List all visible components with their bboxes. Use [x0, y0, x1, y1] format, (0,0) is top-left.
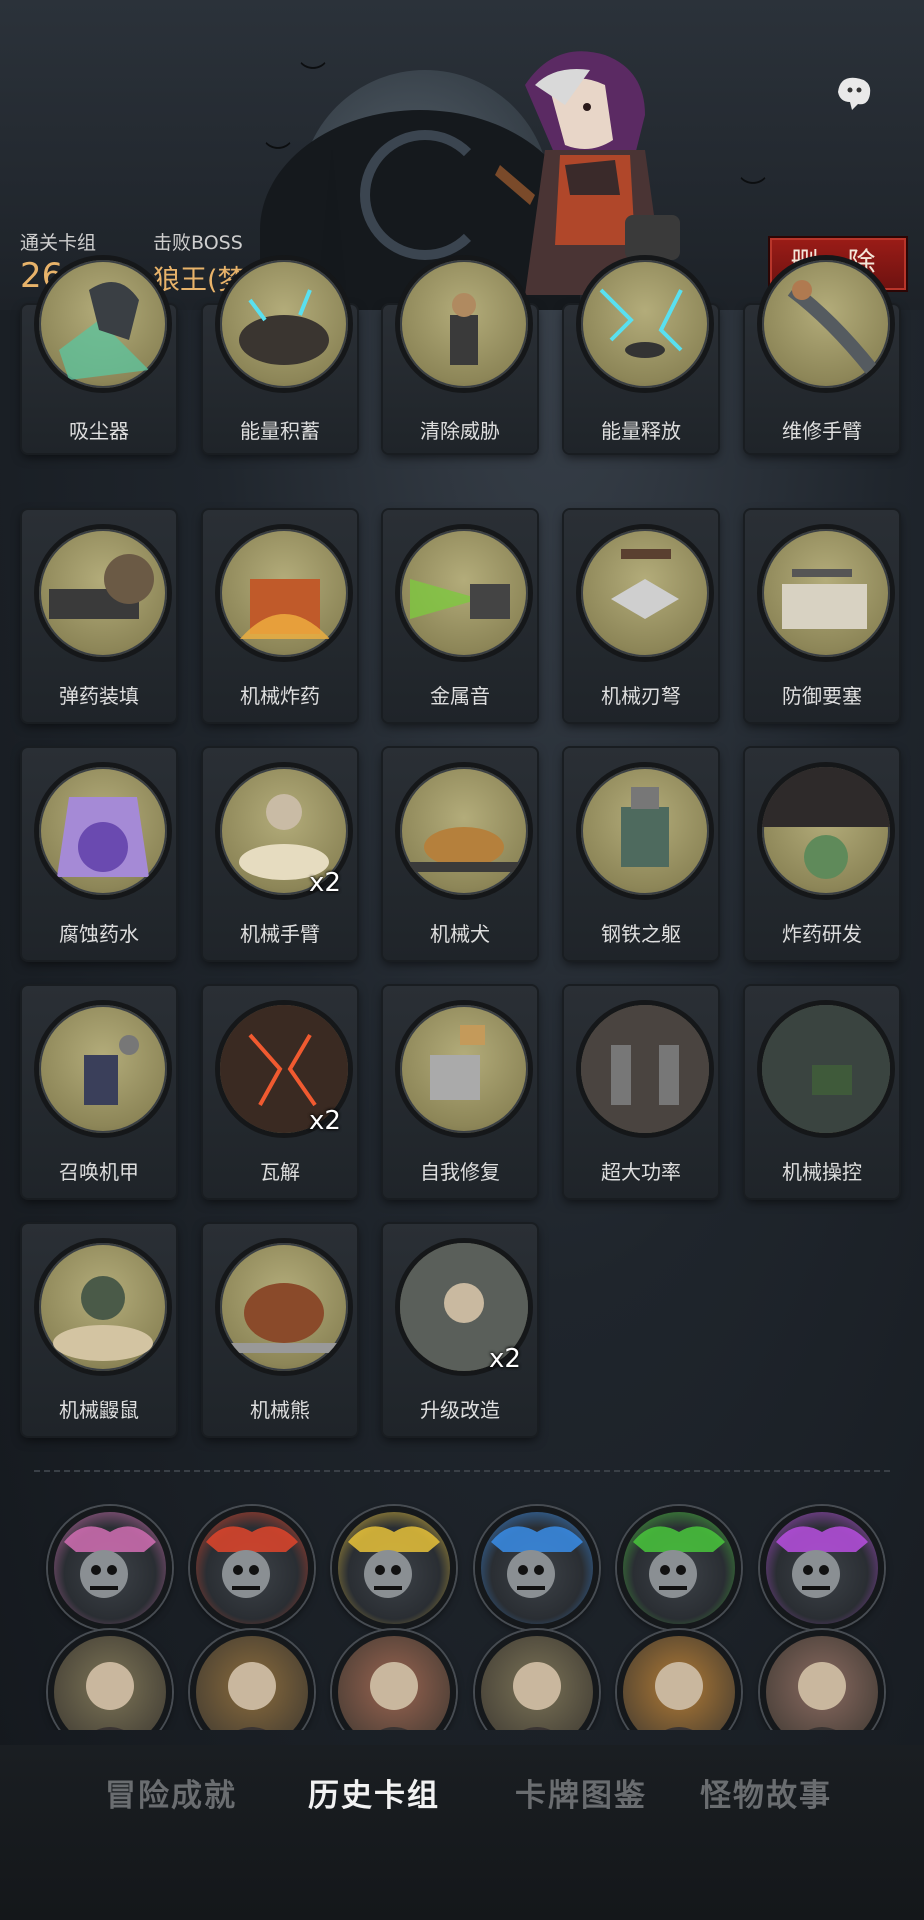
section-divider	[34, 1470, 890, 1472]
deck-card[interactable]: 机械操控	[745, 986, 899, 1198]
card-name: 腐蚀药水	[59, 922, 139, 946]
deck-card[interactable]: 吸尘器	[22, 255, 176, 453]
tab-1[interactable]: 历史卡组	[308, 1770, 440, 1815]
card-name: 机械犬	[430, 922, 490, 946]
skull-flame-blue-icon[interactable]	[475, 1506, 599, 1630]
treasure-chest-icon[interactable]	[617, 1630, 741, 1730]
deck-card[interactable]: 弹药装填	[22, 510, 176, 722]
skull-flame-green-icon[interactable]	[617, 1506, 741, 1630]
card-name: 能量积蓄	[240, 419, 320, 443]
card-name: 机械鼹鼠	[59, 1398, 139, 1422]
deck-card[interactable]: 能量释放	[564, 255, 718, 453]
deck-card[interactable]: 防御要塞	[745, 510, 899, 722]
card-name: 机械熊	[250, 1398, 310, 1422]
deck-card[interactable]: 机械熊	[203, 1224, 357, 1436]
card-art	[576, 524, 714, 662]
card-name: 自我修复	[420, 1160, 500, 1184]
card-name: 吸尘器	[69, 419, 129, 443]
bat-icon: ︶	[265, 141, 292, 171]
card-name: 机械刃弩	[601, 684, 681, 708]
card-name: 防御要塞	[782, 684, 862, 708]
card-name: 瓦解	[260, 1160, 300, 1184]
card-name: 升级改造	[420, 1398, 500, 1422]
card-art	[34, 1000, 172, 1138]
card-name: 弹药装填	[59, 684, 139, 708]
card-art	[215, 524, 353, 662]
deck-card[interactable]: 召唤机甲	[22, 986, 176, 1198]
deck-card[interactable]: 金属音	[383, 510, 537, 722]
card-art	[576, 255, 714, 393]
deck-card[interactable]: 维修手臂	[745, 255, 899, 453]
tab-0[interactable]: 冒险成就	[105, 1770, 237, 1815]
card-art	[576, 762, 714, 900]
card-art	[395, 255, 533, 393]
vampire-portrait-icon[interactable]	[760, 1630, 884, 1730]
deck-card[interactable]: 机械刃弩	[564, 510, 718, 722]
skull-flame-yellow-icon[interactable]	[332, 1506, 456, 1630]
card-name: 机械操控	[782, 1160, 862, 1184]
bat-icon: ︶	[300, 61, 327, 91]
mech-tower-icon[interactable]	[475, 1630, 599, 1730]
relic-row-2	[0, 1620, 924, 1730]
deck-card[interactable]: 钢铁之躯	[564, 748, 718, 960]
bat-icon: ︶	[740, 176, 767, 206]
card-art	[395, 1000, 533, 1138]
card-name: 能量释放	[601, 419, 681, 443]
card-art	[757, 1000, 895, 1138]
deck-card[interactable]: 自我修复	[383, 986, 537, 1198]
deck-card[interactable]: 清除威胁	[383, 255, 537, 453]
card-multiplier: x2	[309, 1106, 341, 1136]
card-name: 炸药研发	[782, 922, 862, 946]
card-art	[215, 1238, 353, 1376]
card-art	[576, 1000, 714, 1138]
ghost-icon[interactable]	[830, 72, 876, 112]
deck-card[interactable]: 腐蚀药水	[22, 748, 176, 960]
card-name: 机械炸药	[240, 684, 320, 708]
skull-flame-red-icon[interactable]	[190, 1506, 314, 1630]
card-art	[34, 1238, 172, 1376]
card-name: 超大功率	[601, 1160, 681, 1184]
card-art	[757, 524, 895, 662]
deck-card[interactable]: 机械炸药	[203, 510, 357, 722]
deck-card[interactable]: 机械手臂 x2	[203, 748, 357, 960]
card-name: 召唤机甲	[59, 1160, 139, 1184]
card-art	[34, 762, 172, 900]
cleared-deck-label: 通关卡组	[20, 232, 97, 254]
card-art	[395, 762, 533, 900]
card-art	[34, 255, 172, 393]
card-art	[215, 255, 353, 393]
boss-label: 击败BOSS	[153, 232, 243, 254]
skull-flame-purple-icon[interactable]	[760, 1506, 884, 1630]
card-name: 清除威胁	[420, 419, 500, 443]
deck-card[interactable]: 能量积蓄	[203, 255, 357, 453]
card-art	[395, 524, 533, 662]
deck-card[interactable]: 炸药研发	[745, 748, 899, 960]
deck-card[interactable]: 机械鼹鼠	[22, 1224, 176, 1436]
card-multiplier: x2	[489, 1344, 521, 1374]
card-art	[757, 762, 895, 900]
card-name: 钢铁之躯	[601, 922, 681, 946]
card-name: 金属音	[430, 684, 490, 708]
card-name: 机械手臂	[240, 922, 320, 946]
card-art	[34, 524, 172, 662]
card-name: 维修手臂	[782, 419, 862, 443]
deck-card[interactable]: 瓦解 x2	[203, 986, 357, 1198]
swirl-decoration	[360, 130, 490, 260]
deck-card[interactable]: 机械犬	[383, 748, 537, 960]
tab-3[interactable]: 怪物故事	[700, 1770, 832, 1815]
card-multiplier: x2	[309, 868, 341, 898]
card-art	[757, 255, 895, 393]
tab-2[interactable]: 卡牌图鉴	[515, 1770, 647, 1815]
deck-card[interactable]: 超大功率	[564, 986, 718, 1198]
bleeding-brute-icon[interactable]	[332, 1630, 456, 1730]
spark-strike-icon[interactable]	[190, 1630, 314, 1730]
scientist-portrait-icon[interactable]	[48, 1630, 172, 1730]
tentacle-creature-icon[interactable]	[48, 1506, 172, 1630]
deck-card[interactable]: 升级改造 x2	[383, 1224, 537, 1436]
